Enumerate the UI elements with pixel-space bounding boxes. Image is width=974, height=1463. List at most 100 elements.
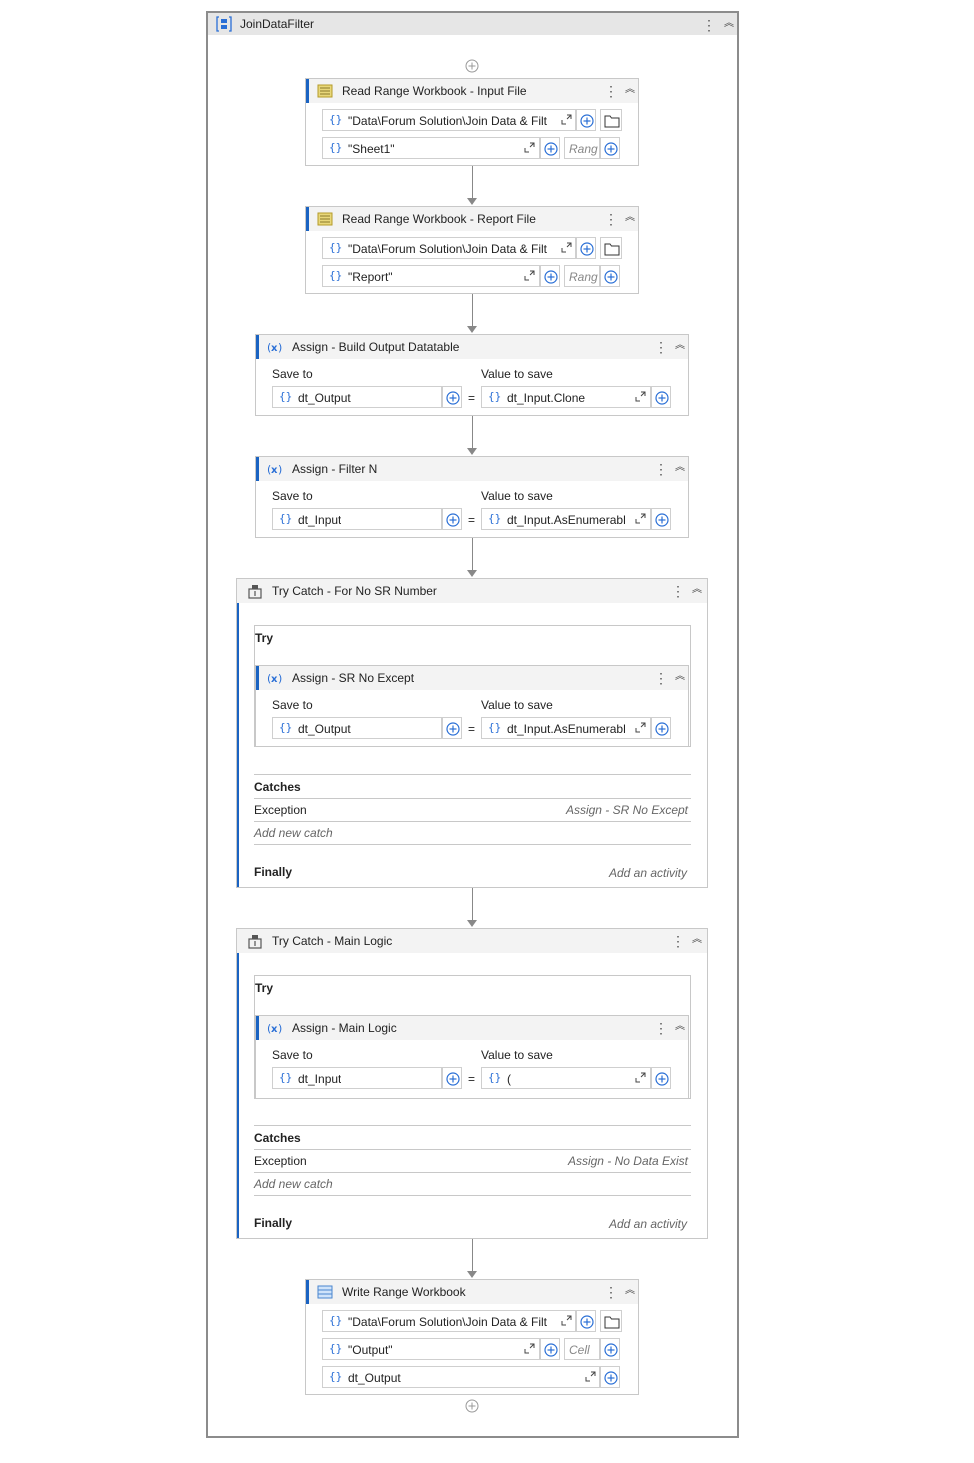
save-to-field[interactable]: {} dt_Output [272, 717, 442, 739]
assign-build-output-activity[interactable]: Assign - Build Output Datatable ⋮ ︽ Save… [255, 334, 689, 416]
save-to-field[interactable]: {} dt_Input [272, 1067, 442, 1089]
add-variable-button[interactable] [576, 109, 596, 131]
expand-icon[interactable] [635, 513, 646, 524]
activity-header[interactable]: Read Range Workbook - Report File ⋮ ︽ [306, 207, 638, 231]
value-field[interactable]: {} ( [481, 1067, 651, 1089]
save-to-field[interactable]: {} dt_Output [272, 386, 442, 408]
browse-folder-button[interactable] [600, 1310, 622, 1332]
add-variable-button[interactable] [600, 1366, 620, 1388]
expand-icon[interactable] [524, 1343, 535, 1354]
activity-header[interactable]: Assign - SR No Except ⋮ ︽ [256, 666, 688, 690]
assign-main-logic-activity[interactable]: Assign - Main Logic ⋮ ︽ Save to Value to… [255, 1015, 689, 1099]
datatable-field[interactable]: {} dt_Output [322, 1366, 600, 1388]
value-field[interactable]: {} dt_Input.AsEnumerabl [481, 508, 651, 530]
collapse-icon[interactable]: ︽ [722, 16, 736, 32]
collapse-icon[interactable]: ︽ [673, 460, 687, 476]
add-variable-button[interactable] [651, 508, 671, 530]
range-field[interactable]: Rang [564, 265, 600, 287]
activity-header[interactable]: Assign - Main Logic ⋮ ︽ [256, 1016, 688, 1040]
add-variable-button[interactable] [540, 137, 560, 159]
add-activity-placeholder[interactable]: Add an activity [609, 866, 687, 880]
expand-icon[interactable] [524, 142, 535, 153]
assign-filter-activity[interactable]: Assign - Filter N ⋮ ︽ Save to Value to s… [255, 456, 689, 538]
exception-type[interactable]: Exception [254, 803, 307, 817]
expand-icon[interactable] [561, 1315, 572, 1326]
add-variable-button[interactable] [540, 1338, 560, 1360]
exception-handler[interactable]: Assign - No Data Exist [568, 1154, 688, 1168]
exception-type[interactable]: Exception [254, 1154, 307, 1168]
add-new-catch-link[interactable]: Add new catch [254, 1177, 333, 1191]
add-variable-button[interactable] [600, 137, 620, 159]
add-activity-placeholder[interactable]: Add an activity [609, 1217, 687, 1231]
save-to-field[interactable]: {} dt_Input [272, 508, 442, 530]
add-variable-button[interactable] [442, 386, 462, 408]
activity-header[interactable]: Write Range Workbook ⋮ ︽ [306, 1280, 638, 1304]
more-options-icon[interactable]: ⋮ [604, 211, 618, 227]
add-variable-button[interactable] [600, 1338, 620, 1360]
add-variable-button[interactable] [442, 1067, 462, 1089]
collapse-icon[interactable]: ︽ [690, 582, 704, 598]
range-field[interactable]: Rang [564, 137, 600, 159]
exception-handler[interactable]: Assign - SR No Except [566, 803, 688, 817]
activity-header[interactable]: Read Range Workbook - Input File ⋮ ︽ [306, 79, 638, 103]
add-variable-button[interactable] [576, 1310, 596, 1332]
expand-icon[interactable] [561, 242, 572, 253]
workbook-path-field[interactable]: {} "Data\Forum Solution\Join Data & Filt [322, 237, 576, 259]
workbook-path-field[interactable]: {} "Data\Forum Solution\Join Data & Filt [322, 1310, 576, 1332]
collapse-icon[interactable]: ︽ [623, 210, 637, 226]
collapse-icon[interactable]: ︽ [690, 932, 704, 948]
value-field[interactable]: {} dt_Input.Clone [481, 386, 651, 408]
sequence-header[interactable]: JoinDataFilter ⋮ ︽ [208, 13, 737, 35]
add-new-catch-link[interactable]: Add new catch [254, 826, 333, 840]
value-field[interactable]: {} dt_Input.AsEnumerabl [481, 717, 651, 739]
add-variable-button[interactable] [651, 717, 671, 739]
add-variable-button[interactable] [442, 717, 462, 739]
start-cell-field[interactable]: Cell [564, 1338, 600, 1360]
add-variable-button[interactable] [651, 386, 671, 408]
expand-icon[interactable] [561, 114, 572, 125]
activity-header[interactable]: Assign - Build Output Datatable ⋮ ︽ [256, 335, 688, 359]
more-options-icon[interactable]: ⋮ [604, 83, 618, 99]
expand-icon[interactable] [635, 722, 646, 733]
more-options-icon[interactable]: ⋮ [654, 1020, 668, 1036]
browse-folder-button[interactable] [600, 237, 622, 259]
try-catch-main-logic[interactable]: Try Catch - Main Logic ⋮ ︽ Try Assign - … [236, 928, 708, 1239]
sheet-name-field[interactable]: {} "Sheet1" [322, 137, 540, 159]
more-options-icon[interactable]: ⋮ [671, 583, 685, 599]
add-variable-button[interactable] [651, 1067, 671, 1089]
sheet-name-field[interactable]: {} "Output" [322, 1338, 540, 1360]
collapse-icon[interactable]: ︽ [673, 669, 687, 685]
expand-icon[interactable] [635, 391, 646, 402]
more-options-icon[interactable]: ⋮ [654, 339, 668, 355]
collapse-icon[interactable]: ︽ [623, 1283, 637, 1299]
more-options-icon[interactable]: ⋮ [654, 461, 668, 477]
expand-icon[interactable] [635, 1072, 646, 1083]
expression-icon: {} [329, 241, 343, 254]
add-variable-button[interactable] [540, 265, 560, 287]
more-options-icon[interactable]: ⋮ [654, 670, 668, 686]
add-activity-icon[interactable] [465, 1399, 479, 1413]
assign-sr-no-except-activity[interactable]: Assign - SR No Except ⋮ ︽ Save to Value … [255, 665, 689, 747]
add-variable-button[interactable] [442, 508, 462, 530]
expand-icon[interactable] [585, 1371, 596, 1382]
activity-header[interactable]: Assign - Filter N ⋮ ︽ [256, 457, 688, 481]
add-variable-button[interactable] [600, 265, 620, 287]
read-range-report-activity[interactable]: Read Range Workbook - Report File ⋮ ︽ {}… [305, 206, 639, 294]
write-range-activity[interactable]: Write Range Workbook ⋮ ︽ {} "Data\Forum … [305, 1279, 639, 1395]
workbook-path-field[interactable]: {} "Data\Forum Solution\Join Data & Filt [322, 109, 576, 131]
more-options-icon[interactable]: ⋮ [702, 17, 716, 33]
sheet-name-field[interactable]: {} "Report" [322, 265, 540, 287]
collapse-icon[interactable]: ︽ [673, 1019, 687, 1035]
try-catch-sr-number[interactable]: Try Catch - For No SR Number ⋮ ︽ Try Ass… [236, 578, 708, 888]
collapse-icon[interactable]: ︽ [623, 82, 637, 98]
more-options-icon[interactable]: ⋮ [604, 1284, 618, 1300]
try-catch-header[interactable]: Try Catch - For No SR Number ⋮ ︽ [237, 579, 707, 603]
expand-icon[interactable] [524, 270, 535, 281]
more-options-icon[interactable]: ⋮ [671, 933, 685, 949]
try-catch-header[interactable]: Try Catch - Main Logic ⋮ ︽ [237, 929, 707, 953]
add-variable-button[interactable] [576, 237, 596, 259]
collapse-icon[interactable]: ︽ [673, 338, 687, 354]
add-activity-icon[interactable] [465, 59, 479, 73]
browse-folder-button[interactable] [600, 109, 622, 131]
read-range-input-activity[interactable]: Read Range Workbook - Input File ⋮ ︽ {} … [305, 78, 639, 166]
